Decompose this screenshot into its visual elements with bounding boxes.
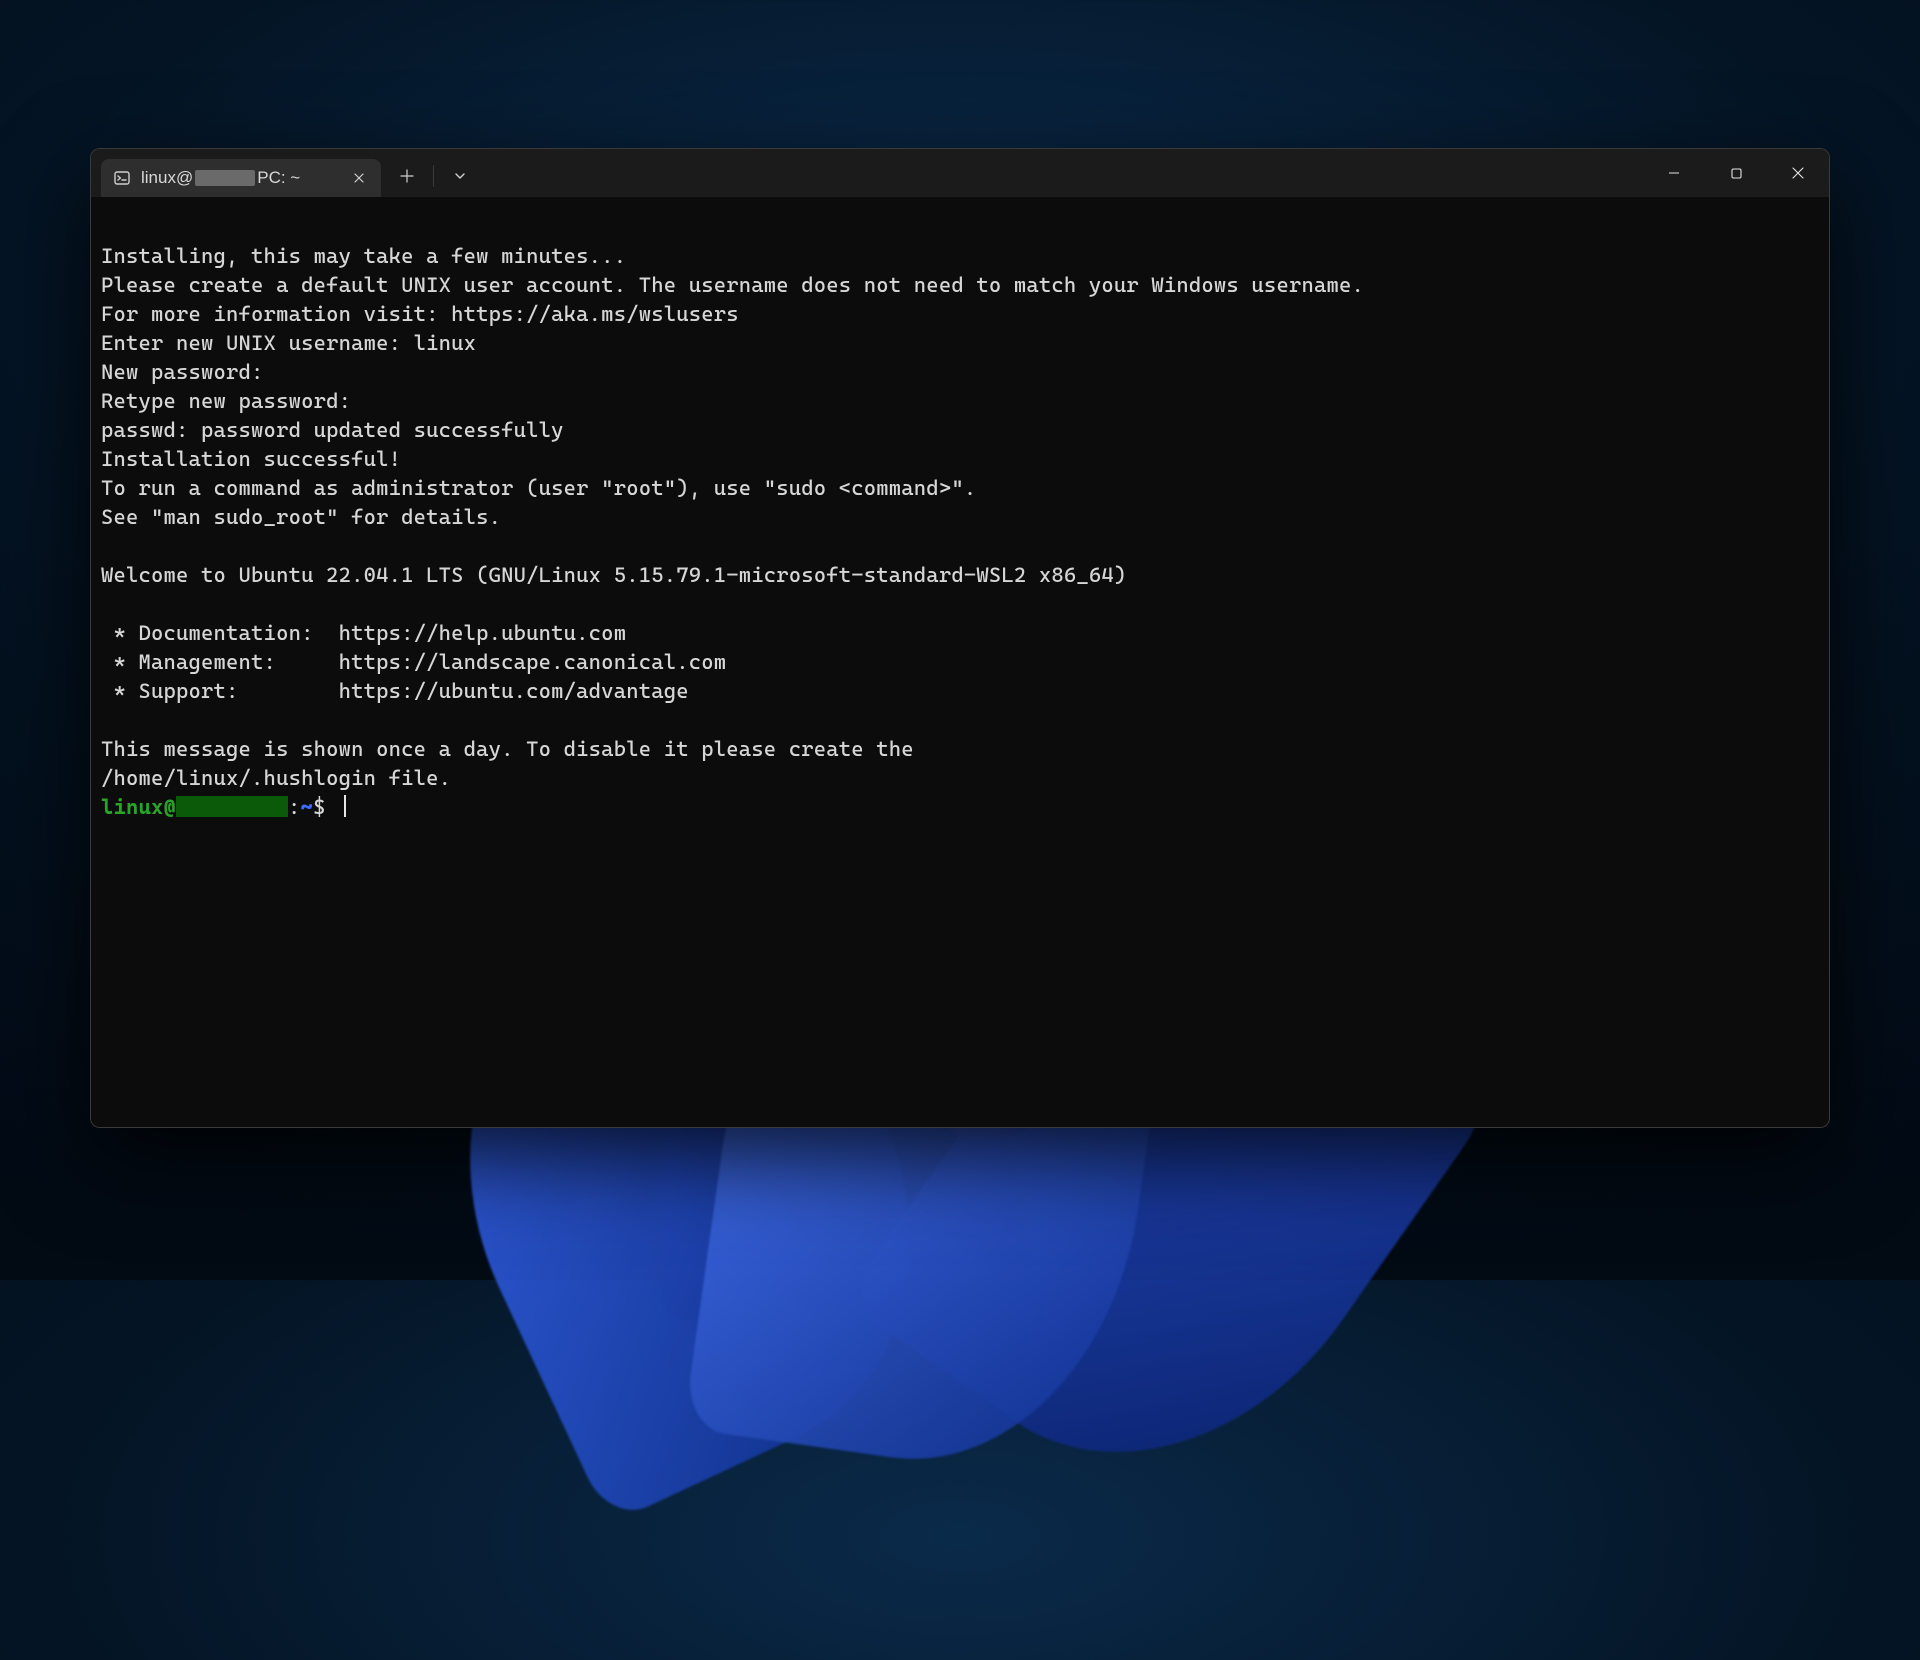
output-line: Enter new UNIX username: linux xyxy=(101,331,476,355)
output-line: New password: xyxy=(101,360,264,384)
output-line: /home/linux/.hushlogin file. xyxy=(101,766,451,790)
output-line: Installing, this may take a few minutes.… xyxy=(101,244,626,268)
terminal-profile-icon xyxy=(113,169,131,187)
tab-active[interactable]: linux@ PC: ~ xyxy=(101,159,381,197)
titlebar[interactable]: linux@ PC: ~ xyxy=(91,149,1829,197)
minimize-button[interactable] xyxy=(1643,149,1705,197)
output-line: * Documentation: https://help.ubuntu.com xyxy=(101,621,626,645)
cursor xyxy=(344,795,346,817)
maximize-button[interactable] xyxy=(1705,149,1767,197)
output-line: For more information visit: https://aka.… xyxy=(101,302,739,326)
tabbar-controls xyxy=(381,149,480,197)
window-controls xyxy=(1643,149,1829,197)
output-line: Please create a default UNIX user accoun… xyxy=(101,273,1364,297)
tab-title-suffix: PC: ~ xyxy=(257,168,300,188)
output-line: Welcome to Ubuntu 22.04.1 LTS (GNU/Linux… xyxy=(101,563,1126,587)
output-line: Installation successful! xyxy=(101,447,401,471)
tabs-region: linux@ PC: ~ xyxy=(91,149,381,197)
prompt-dollar: $ xyxy=(313,795,326,819)
output-line: passwd: password updated successfully xyxy=(101,418,564,442)
tab-dropdown-button[interactable] xyxy=(440,157,480,195)
tab-title-hostname-redacted xyxy=(195,170,255,186)
output-line: See "man sudo_root" for details. xyxy=(101,505,501,529)
new-tab-button[interactable] xyxy=(387,157,427,195)
prompt-line: linux@:~$ xyxy=(101,795,346,819)
prompt-hostname-redacted xyxy=(176,796,288,817)
windows-terminal-window: linux@ PC: ~ xyxy=(90,148,1830,1128)
titlebar-drag-region[interactable] xyxy=(480,149,1643,197)
prompt-path: ~ xyxy=(301,795,314,819)
close-window-button[interactable] xyxy=(1767,149,1829,197)
output-line: This message is shown once a day. To dis… xyxy=(101,737,914,761)
tab-title-prefix: linux@ xyxy=(141,168,193,188)
output-line: * Support: https://ubuntu.com/advantage xyxy=(101,679,689,703)
output-line: Retype new password: xyxy=(101,389,351,413)
tabbar-divider xyxy=(433,165,434,187)
prompt-user: linux@ xyxy=(101,795,176,819)
tab-title: linux@ PC: ~ xyxy=(141,168,337,188)
terminal-body[interactable]: Installing, this may take a few minutes.… xyxy=(91,197,1829,1127)
tab-close-button[interactable] xyxy=(347,166,371,190)
output-line: To run a command as administrator (user … xyxy=(101,476,976,500)
output-line: * Management: https://landscape.canonica… xyxy=(101,650,726,674)
